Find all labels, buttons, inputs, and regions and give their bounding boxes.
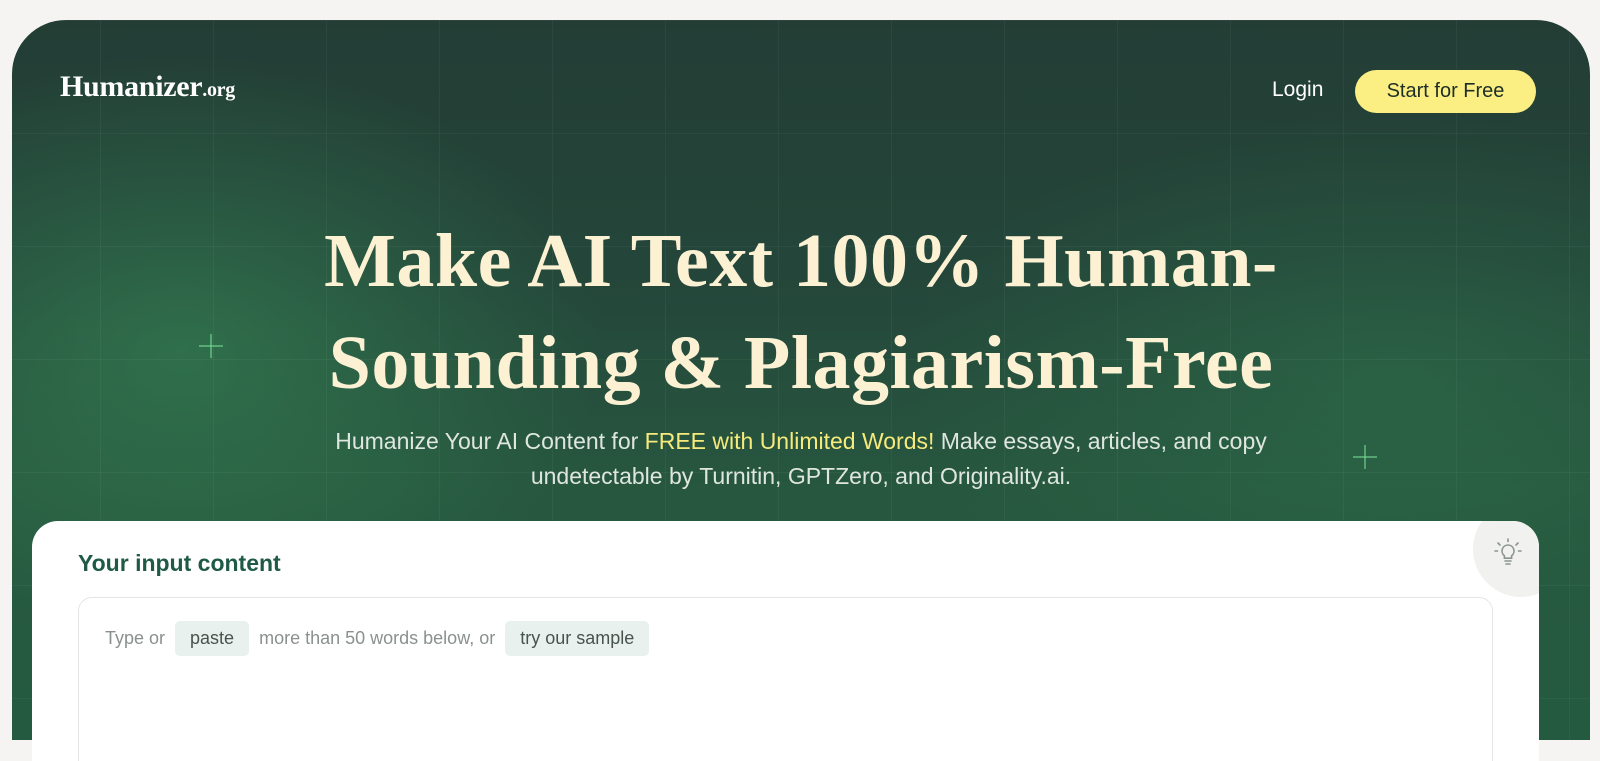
input-panel: Your input content Type or paste more th… — [32, 521, 1539, 761]
input-content-title: Your input content — [78, 550, 281, 576]
headline-line-1: Make AI Text 100% Human- — [324, 219, 1278, 303]
input-hint: Type or paste more than 50 words below, … — [105, 621, 650, 656]
tip-button[interactable] — [1473, 521, 1539, 597]
logo[interactable]: Humanizer.org — [60, 70, 235, 104]
start-for-free-button[interactable]: Start for Free — [1355, 70, 1536, 113]
hint-middle: more than 50 words below, or — [259, 628, 496, 648]
hero-subtitle: Humanize Your AI Content for FREE with U… — [12, 424, 1590, 494]
subtitle-part-1: Humanize Your AI Content for — [335, 428, 645, 454]
logo-tld: .org — [202, 79, 235, 101]
paste-button[interactable]: paste — [175, 621, 250, 656]
lightbulb-icon — [1494, 538, 1522, 565]
subtitle-line-2: undetectable by Turnitin, GPTZero, and O… — [530, 463, 1072, 489]
logo-main: Humanizer — [60, 70, 203, 103]
headline-line-2: Sounding & Plagiarism-Free — [328, 321, 1274, 405]
subtitle-highlight: FREE with Unlimited Words! — [644, 428, 935, 454]
hero-headline: Make AI Text 100% Human- Sounding & Plag… — [12, 210, 1590, 414]
input-textarea[interactable]: Type or paste more than 50 words below, … — [78, 597, 1493, 761]
login-link[interactable]: Login — [1266, 76, 1329, 104]
try-sample-button[interactable]: try our sample — [505, 621, 650, 656]
hint-prefix: Type or — [105, 628, 166, 648]
subtitle-part-2: Make essays, articles, and copy — [934, 428, 1267, 454]
